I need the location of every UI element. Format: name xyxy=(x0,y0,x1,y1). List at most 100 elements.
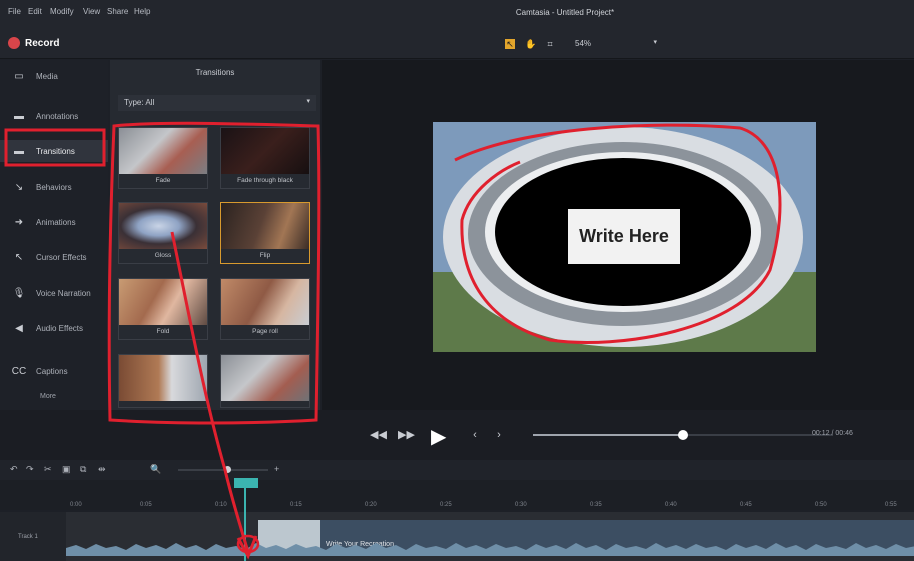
transition-thumbnail xyxy=(119,203,207,249)
sidebar-item-transitions[interactable]: ▬ Transitions xyxy=(0,140,108,162)
window-title: Camtasia - Untitled Project* xyxy=(515,8,615,17)
menu-help[interactable]: Help xyxy=(134,7,150,16)
transitions-icon: ▬ xyxy=(14,145,24,157)
redo-icon[interactable]: ↷ xyxy=(26,464,34,475)
type-filter-select[interactable]: Type: All ▾ xyxy=(118,95,316,111)
track-name: Track 1 xyxy=(18,534,38,540)
audio-effects-icon: ◀ xyxy=(15,322,23,334)
sidebar-item-annotations[interactable]: ▬ Annotations xyxy=(0,105,108,127)
transition-item-7[interactable] xyxy=(118,354,208,408)
sidebar-item-behaviors[interactable]: ↘ Behaviors xyxy=(0,176,108,198)
next-marker-icon[interactable]: › xyxy=(492,428,506,442)
transitions-panel: Transitions Type: All ▾ Fade Fade throug… xyxy=(110,60,320,410)
ruler-tick: 0:45 xyxy=(740,502,752,508)
undo-icon[interactable]: ↶ xyxy=(10,464,18,475)
copy-icon[interactable]: ▣ xyxy=(62,464,71,475)
captions-icon: CC xyxy=(11,365,27,377)
ruler-tick: 0:30 xyxy=(515,502,527,508)
ruler-tick: 0:10 xyxy=(215,502,227,508)
main-toolbar: Record ↖ ✋ ⌗ 54% ▾ xyxy=(0,26,914,59)
playhead-handle[interactable] xyxy=(234,478,258,488)
timeline-ruler[interactable]: 0:00 0:05 0:10 0:15 0:20 0:25 0:30 0:35 … xyxy=(0,480,914,510)
playhead[interactable] xyxy=(244,488,246,561)
play-icon[interactable]: ▶ xyxy=(431,424,446,449)
panel-title: Transitions xyxy=(195,68,235,77)
step-back-icon[interactable]: ◀◀ xyxy=(370,428,387,442)
menu-file[interactable]: File xyxy=(8,7,21,16)
cut-icon[interactable]: ✂ xyxy=(44,464,52,475)
transition-item-gloss[interactable]: Gloss xyxy=(118,202,208,264)
menu-modify[interactable]: Modify xyxy=(50,7,74,16)
sidebar-item-audio-effects[interactable]: ◀ Audio Effects xyxy=(0,317,108,339)
scrubber-handle[interactable] xyxy=(678,430,688,440)
timeline-zoom-slider[interactable] xyxy=(178,466,268,473)
ruler-tick: 0:50 xyxy=(815,502,827,508)
ruler-tick: 0:15 xyxy=(290,502,302,508)
transition-item-8[interactable] xyxy=(220,354,310,408)
transition-item-page-roll[interactable]: Page roll xyxy=(220,278,310,340)
ruler-tick: 0:05 xyxy=(140,502,152,508)
audio-waveform xyxy=(66,543,914,556)
select-tool-icon[interactable]: ↖ xyxy=(505,39,515,49)
pan-tool-icon[interactable]: ✋ xyxy=(525,39,536,49)
time-display: 00:12 / 00:46 xyxy=(812,430,853,437)
transition-label: Page roll xyxy=(252,328,278,335)
transition-thumbnail xyxy=(119,355,207,401)
transition-item-fade-through-black[interactable]: Fade through black xyxy=(220,127,310,189)
transition-item-flip[interactable]: Flip xyxy=(220,202,310,264)
sidebar-item-media[interactable]: ▭ Media xyxy=(0,65,108,87)
transition-item-fade[interactable]: Fade xyxy=(118,127,208,189)
voice-narration-icon: 🎙 xyxy=(12,287,26,299)
transition-thumbnail xyxy=(119,128,207,174)
sidebar-more-button[interactable]: More xyxy=(40,393,56,400)
menu-view[interactable]: View xyxy=(83,7,100,16)
ruler-tick: 0:25 xyxy=(440,502,452,508)
transition-thumbnail xyxy=(119,279,207,325)
sidebar-item-captions[interactable]: CC Captions xyxy=(0,360,108,382)
cursor-effects-icon: ↖ xyxy=(14,251,24,263)
record-icon xyxy=(8,37,20,49)
transition-label: Flip xyxy=(259,252,271,259)
sidebar-item-label: Captions xyxy=(36,366,68,376)
sidebar-item-animations[interactable]: ➜ Animations xyxy=(0,211,108,233)
transition-label: Fade xyxy=(155,177,171,184)
transition-item-fold[interactable]: Fold xyxy=(118,278,208,340)
transition-thumbnail xyxy=(221,203,309,249)
zoom-select[interactable]: 54% ▾ xyxy=(569,37,661,51)
transition-thumbnail xyxy=(221,355,309,401)
sidebar-item-voice-narration[interactable]: 🎙 Voice Narration xyxy=(0,282,108,304)
chevron-down-icon: ▾ xyxy=(653,39,657,46)
transition-label: Gloss xyxy=(154,252,172,259)
record-button[interactable]: Record xyxy=(8,36,59,50)
zoom-slider-handle[interactable] xyxy=(224,466,231,473)
timeline-track: Track 1 Write Your Recreation xyxy=(0,512,914,561)
camtasia-window: File Edit Modify View Share Help Camtasi… xyxy=(0,0,914,561)
sidebar-item-label: Audio Effects xyxy=(36,323,83,333)
sidebar-item-label: Annotations xyxy=(36,111,79,121)
crop-tool-icon[interactable]: ⌗ xyxy=(545,39,555,49)
step-forward-icon[interactable]: ▶▶ xyxy=(398,428,415,442)
timeline-toolbar: ↶ ↷ ✂ ▣ ⧉ ⇹ 🔍 + xyxy=(0,460,914,480)
behaviors-icon: ↘ xyxy=(14,181,24,193)
chevron-down-icon: ▾ xyxy=(306,98,310,105)
previous-marker-icon[interactable]: ‹ xyxy=(468,428,482,442)
menu-share[interactable]: Share xyxy=(107,7,128,16)
tools-sidebar: ▭ Media ▬ Annotations ▬ Transitions ↘ Be… xyxy=(0,60,108,410)
track-header[interactable]: Track 1 xyxy=(0,512,66,561)
zoom-out-icon[interactable]: 🔍 xyxy=(150,464,161,475)
ruler-tick: 0:20 xyxy=(365,502,377,508)
animations-icon: ➜ xyxy=(14,216,24,228)
menu-edit[interactable]: Edit xyxy=(28,7,42,16)
sidebar-item-label: Transitions xyxy=(36,146,75,156)
ruler-tick: 0:55 xyxy=(885,502,897,508)
canvas-text-callout[interactable]: Write Here xyxy=(568,209,680,264)
sidebar-item-label: Voice Narration xyxy=(36,288,91,298)
sidebar-item-label: Cursor Effects xyxy=(36,252,87,262)
zoom-in-icon[interactable]: + xyxy=(274,464,279,474)
sidebar-item-cursor-effects[interactable]: ↖ Cursor Effects xyxy=(0,246,108,268)
paste-icon[interactable]: ⧉ xyxy=(80,464,86,475)
playback-scrubber[interactable] xyxy=(533,430,833,440)
split-icon[interactable]: ⇹ xyxy=(98,464,106,475)
canvas-preview[interactable]: Write Here xyxy=(433,122,816,352)
transition-thumbnail xyxy=(221,279,309,325)
